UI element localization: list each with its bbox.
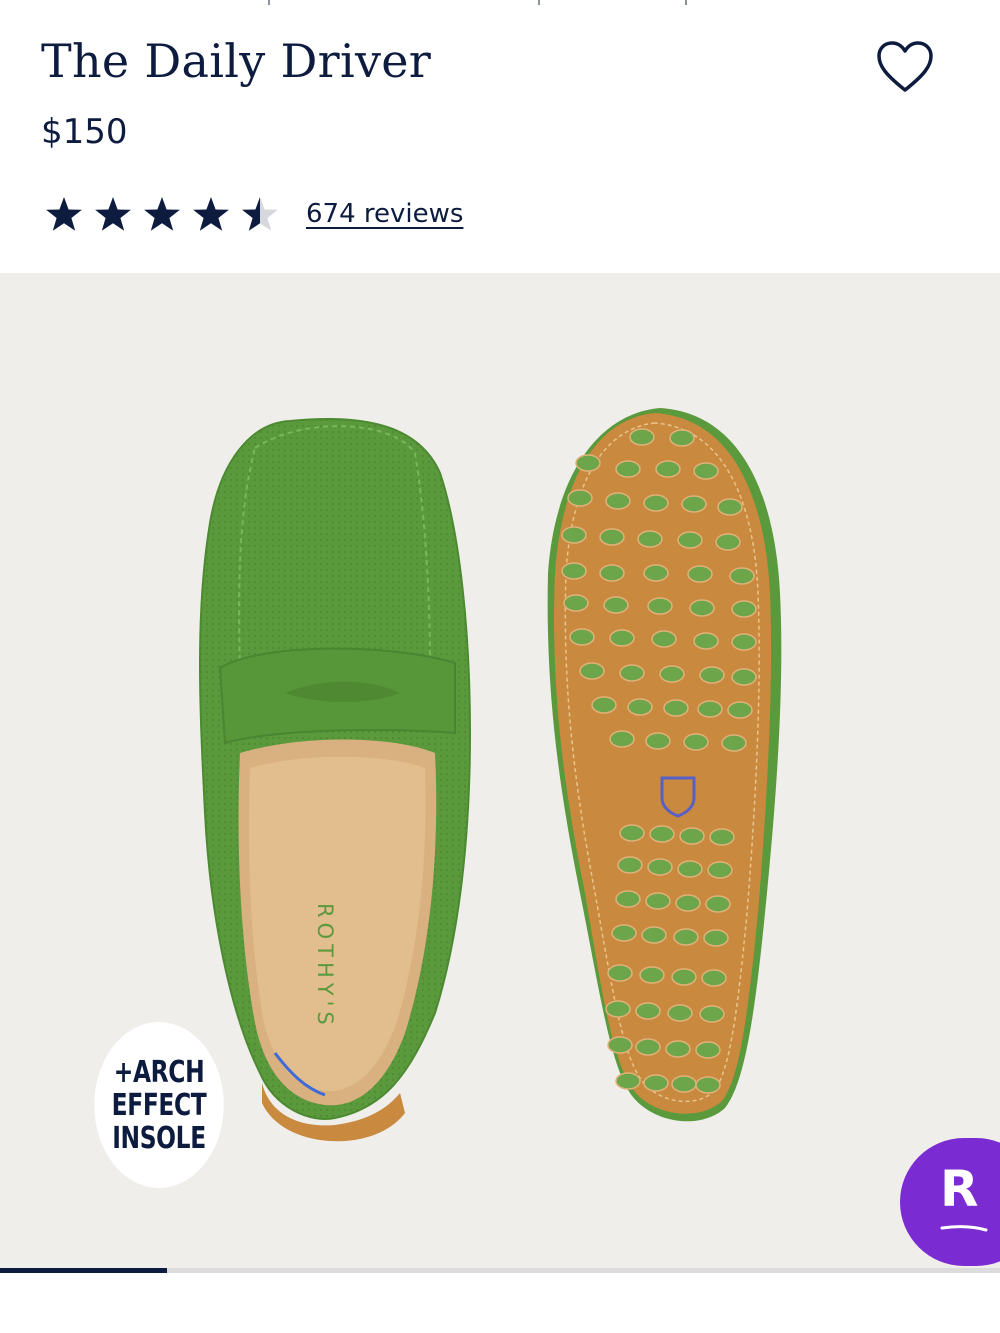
reviews-link[interactable]: 674 reviews <box>306 199 463 229</box>
gallery-progress-fill <box>0 1268 167 1273</box>
star-icon <box>144 197 180 231</box>
favorite-heart-icon[interactable] <box>876 40 934 94</box>
left-shoe-top-view: ROTHY'S <box>199 418 472 1142</box>
star-icon <box>46 197 82 231</box>
product-price: $150 <box>41 112 128 152</box>
star-icon <box>193 197 229 231</box>
rakuten-swoosh-icon <box>940 1225 988 1232</box>
half-star-icon <box>242 197 278 231</box>
gallery-progress-bar <box>0 1268 1000 1273</box>
star-icon <box>95 197 131 231</box>
rating-row: 674 reviews <box>40 192 463 236</box>
product-title: The Daily Driver <box>41 34 432 88</box>
insole-brand-text: ROTHY'S <box>313 903 337 1030</box>
top-breadcrumb-separators <box>0 0 1000 6</box>
badge-line: EFFECT <box>111 1087 207 1123</box>
badge-line: INSOLE <box>112 1120 206 1156</box>
product-image-gallery[interactable]: ROTHY'S +ARCH EFFECT INSOLE R <box>0 273 1000 1270</box>
right-shoe-sole-view <box>547 408 782 1122</box>
badge-line: +ARCH <box>113 1054 205 1090</box>
star-rating <box>40 194 284 234</box>
arch-effect-insole-badge: +ARCH EFFECT INSOLE <box>94 1022 224 1188</box>
rakuten-r-icon: R <box>940 1160 979 1218</box>
